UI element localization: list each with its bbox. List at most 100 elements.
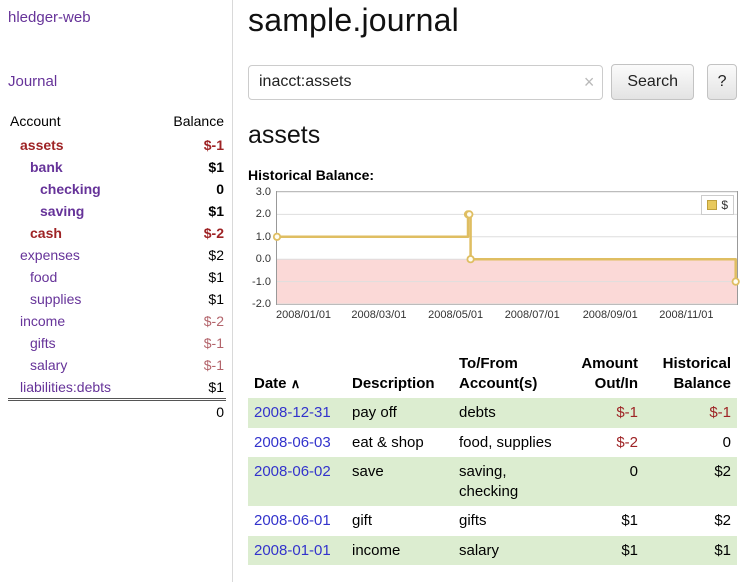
transaction-date-link[interactable]: 2008-06-02 xyxy=(254,463,331,480)
help-button[interactable]: ? xyxy=(707,64,737,100)
register-header-date[interactable]: Date ∧ xyxy=(248,352,346,398)
transaction-amount: $1 xyxy=(565,506,644,536)
account-row: checking 0 xyxy=(8,178,226,200)
search-button[interactable]: Search xyxy=(611,64,694,100)
transaction-accounts: debts xyxy=(453,398,565,428)
chart-x-axis: 2008/01/012008/03/012008/05/012008/07/01… xyxy=(276,309,738,323)
register-row: 2008-12-31pay offdebts$-1$-1 xyxy=(248,398,737,428)
transaction-accounts: saving, checking xyxy=(453,457,565,506)
x-axis-tick-label: 2008/01/01 xyxy=(276,309,331,321)
x-axis-tick-label: 2008/05/01 xyxy=(428,309,483,321)
sidebar-account-link[interactable]: saving xyxy=(40,203,84,219)
transaction-description: eat & shop xyxy=(346,428,453,458)
sidebar-account-link[interactable]: supplies xyxy=(30,291,81,307)
transaction-date-link[interactable]: 2008-12-31 xyxy=(254,404,331,421)
transaction-accounts: gifts xyxy=(453,506,565,536)
account-row: assets$-1 xyxy=(8,134,226,156)
accounts-header-balance: Balance xyxy=(151,111,226,134)
sidebar-account-link[interactable]: checking xyxy=(40,181,101,197)
account-balance: $1 xyxy=(151,288,226,310)
chart-title: Historical Balance: xyxy=(248,167,737,183)
transaction-amount: $1 xyxy=(565,536,644,566)
transaction-date-link[interactable]: 2008-06-03 xyxy=(254,434,331,451)
sidebar-account-link[interactable]: income xyxy=(20,313,65,329)
accounts-header-row: Account Balance xyxy=(8,111,226,134)
transaction-date-link[interactable]: 2008-06-01 xyxy=(254,512,331,529)
sidebar-account-link[interactable]: cash xyxy=(30,225,62,241)
search-bar: × Search ? xyxy=(248,64,737,100)
transaction-description: save xyxy=(346,457,453,506)
y-axis-tick-label: 3.0 xyxy=(256,186,271,198)
register-header-row: Date ∧DescriptionTo/FromAccount(s)Amount… xyxy=(248,352,737,398)
account-balance: 0 xyxy=(151,178,226,200)
balance-chart: 3.02.01.00.0-1.0-2.0 $ 2008/01/012008/03… xyxy=(248,191,737,325)
page-title: sample.journal xyxy=(248,2,737,39)
y-axis-tick-label: 1.0 xyxy=(256,231,271,243)
account-row: cash $-2 xyxy=(8,222,226,244)
account-row: food $1 xyxy=(8,266,226,288)
transaction-balance: $2 xyxy=(644,457,737,506)
accounts-header-account: Account xyxy=(8,111,151,134)
chart-legend: $ xyxy=(701,195,734,215)
sidebar-account-link[interactable]: food xyxy=(30,269,57,285)
register-table: Date ∧DescriptionTo/FromAccount(s)Amount… xyxy=(248,352,737,565)
chart-y-axis: 3.02.01.00.0-1.0-2.0 xyxy=(248,191,274,305)
account-heading: assets xyxy=(248,121,737,150)
transaction-description: income xyxy=(346,536,453,566)
sidebar-account-link[interactable]: liabilities:debts xyxy=(20,379,111,395)
transaction-description: pay off xyxy=(346,398,453,428)
transaction-date-link[interactable]: 2008-01-01 xyxy=(254,542,331,559)
accounts-total-balance: 0 xyxy=(151,400,226,424)
transaction-balance: $1 xyxy=(644,536,737,566)
app-title-link[interactable]: hledger-web xyxy=(8,9,226,26)
transaction-balance: $-1 xyxy=(644,398,737,428)
account-row: saving $1 xyxy=(8,200,226,222)
search-input[interactable] xyxy=(249,66,576,99)
y-axis-tick-label: 0.0 xyxy=(256,253,271,265)
transaction-balance: $2 xyxy=(644,506,737,536)
account-balance: $-2 xyxy=(151,222,226,244)
account-balance: $1 xyxy=(151,266,226,288)
y-axis-tick-label: -1.0 xyxy=(252,276,271,288)
search-box: × xyxy=(248,65,603,100)
legend-series-label: $ xyxy=(721,198,728,212)
balance-line-chart xyxy=(277,192,737,304)
transaction-amount: $-1 xyxy=(565,398,644,428)
account-balance: $-1 xyxy=(151,332,226,354)
account-row: liabilities:debts $1 xyxy=(8,376,226,400)
accounts-table: Account Balance assets$-1bank$1checking0… xyxy=(8,111,226,423)
main-content: sample.journal × Search ? assets Histori… xyxy=(248,0,737,565)
account-row: gifts $-1 xyxy=(8,332,226,354)
register-header-amount: AmountOut/In xyxy=(565,352,644,398)
account-balance: $1 xyxy=(151,200,226,222)
account-row: expenses $2 xyxy=(8,244,226,266)
clear-search-icon[interactable]: × xyxy=(584,72,595,94)
transaction-amount: $-2 xyxy=(565,428,644,458)
transaction-description: gift xyxy=(346,506,453,536)
x-axis-tick-label: 2008/09/01 xyxy=(583,309,638,321)
register-header-description: Description xyxy=(346,352,453,398)
transaction-balance: 0 xyxy=(644,428,737,458)
account-balance: $1 xyxy=(151,376,226,400)
sidebar-item-journal[interactable]: Journal xyxy=(8,73,226,90)
y-axis-tick-label: 2.0 xyxy=(256,208,271,220)
chart-plot-area[interactable]: $ xyxy=(276,191,738,305)
sidebar-account-link[interactable]: gifts xyxy=(30,335,56,351)
legend-series-swatch xyxy=(707,200,717,210)
x-axis-tick-label: 2008/11/01 xyxy=(659,309,713,321)
transaction-accounts: salary xyxy=(453,536,565,566)
sidebar-account-link[interactable]: assets xyxy=(20,137,64,153)
account-row: supplies $1 xyxy=(8,288,226,310)
account-balance: $2 xyxy=(151,244,226,266)
register-header-tofrom: To/FromAccount(s) xyxy=(453,352,565,398)
register-row: 2008-01-01incomesalary$1$1 xyxy=(248,536,737,566)
sidebar-account-link[interactable]: salary xyxy=(30,357,67,373)
transaction-accounts: food, supplies xyxy=(453,428,565,458)
sidebar-account-link[interactable]: bank xyxy=(30,159,63,175)
sidebar-account-link[interactable]: expenses xyxy=(20,247,80,263)
register-header-historical: HistoricalBalance xyxy=(644,352,737,398)
account-balance: $-1 xyxy=(151,354,226,376)
sidebar: hledger-web Journal Account Balance asse… xyxy=(0,0,233,582)
register-row: 2008-06-01 giftgifts$1$2 xyxy=(248,506,737,536)
register-row: 2008-06-03 eat & shopfood, supplies$-20 xyxy=(248,428,737,458)
